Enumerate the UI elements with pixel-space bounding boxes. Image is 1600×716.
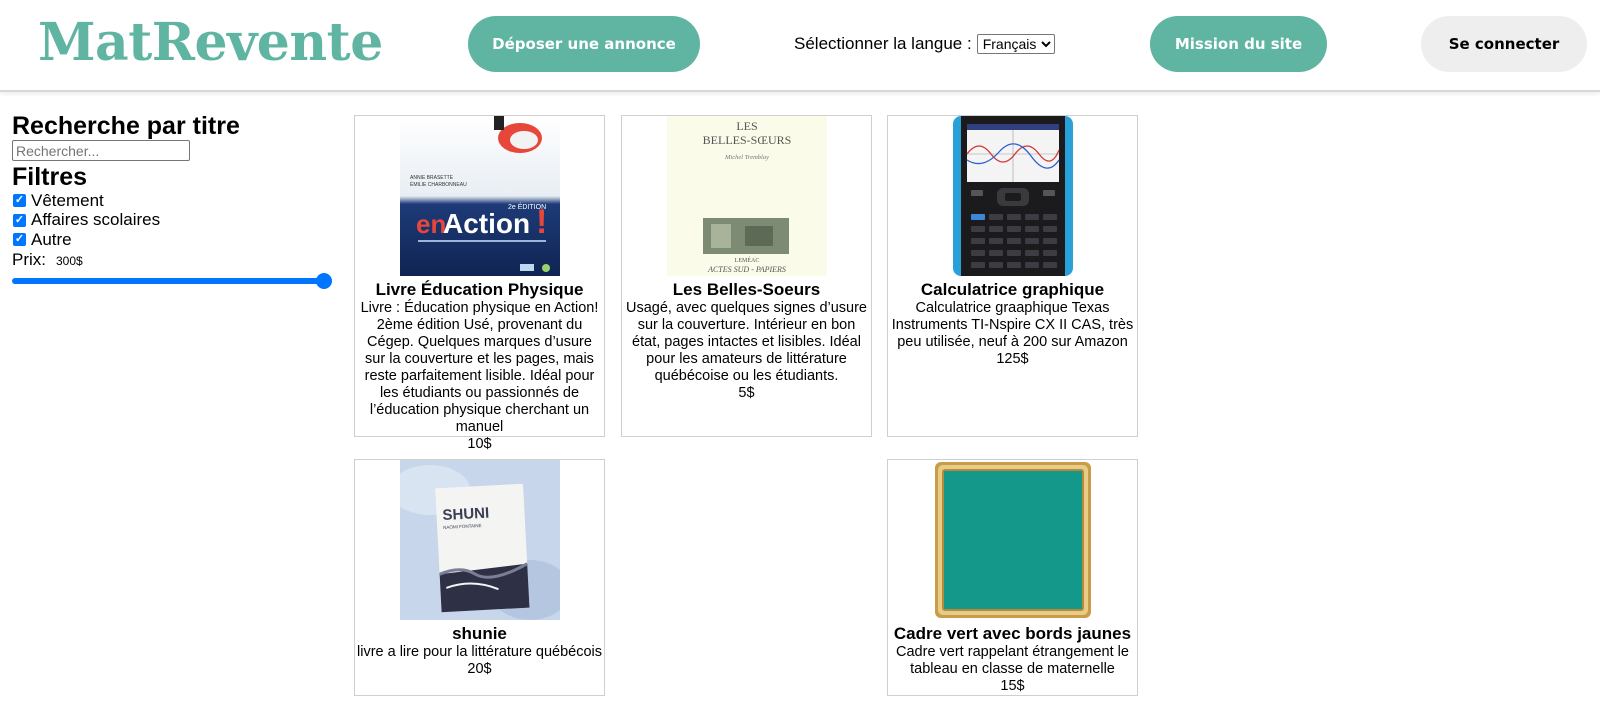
price-slider-track[interactable] [12, 277, 324, 284]
price-slider-thumb[interactable] [316, 272, 332, 289]
login-button[interactable]: Se connecter [1421, 16, 1587, 72]
filters-title: Filtres [12, 163, 88, 191]
filter-sidebar: Recherche par titre Filtres ✓ Vêtement ✓… [12, 112, 342, 289]
listing-price: 20$ [467, 661, 492, 677]
checkbox-vetement[interactable]: ✓ [13, 194, 26, 208]
cover-publisher: LEMÉAC [734, 256, 759, 264]
listing-description: livre a lire pour la littérature québéco… [357, 644, 603, 660]
language-select[interactable]: Français [976, 34, 1055, 54]
listing-title: Cadre vert avec bords jaunes [893, 624, 1132, 643]
book-title: SHUNI [442, 505, 489, 524]
checkbox-affaires-scolaires[interactable]: ✓ [13, 213, 26, 227]
listing-card[interactable]: Calculatrice graphique Calculatrice graa… [887, 115, 1138, 437]
price-slider[interactable] [12, 271, 332, 289]
filter-label: Vêtement [31, 190, 104, 210]
filter-vetement[interactable]: ✓ Vêtement [12, 191, 342, 211]
search-input[interactable] [12, 140, 190, 161]
listing-description: Livre : Éducation physique en Action! 2è… [360, 300, 599, 435]
listing-card[interactable]: SHUNI NAOMI FONTAINE shunie livre a lire… [354, 459, 605, 696]
cover-line1: LES [736, 119, 757, 133]
site-logo[interactable]: MatRevente [38, 12, 383, 73]
search-title: Recherche par titre [12, 112, 240, 140]
cover-author: Michel Tremblay [724, 154, 769, 161]
site-header: MatRevente Déposer une annonce Sélection… [0, 0, 1600, 92]
post-ad-button[interactable]: Déposer une annonce [468, 16, 700, 72]
language-label: Sélectionner la langue : [794, 34, 972, 53]
book-photo-shuni-icon[interactable]: SHUNI NAOMI FONTAINE [399, 460, 560, 620]
filter-label: Affaires scolaires [31, 210, 161, 230]
listing-description: Usagé, avec quelques signes d’usure sur … [625, 300, 867, 384]
price-value: 300$ [56, 253, 83, 268]
cover-line2: BELLES-SŒURS [702, 133, 791, 147]
price-label: Prix: [12, 249, 46, 269]
listing-price: 15$ [1000, 678, 1025, 694]
listing-title: Calculatrice graphique [920, 280, 1105, 299]
cover-series: ACTES SUD - PAPIERS [707, 265, 786, 274]
listing-description: Calculatrice graaphique Texas Instrument… [891, 300, 1134, 350]
listing-card[interactable]: Cadre vert avec bords jaunes Cadre vert … [887, 459, 1138, 696]
listing-title: Les Belles-Soeurs [672, 280, 821, 299]
cover-exclaim: ! [536, 203, 547, 241]
svg-text:ANNIE BRASETTE: ANNIE BRASETTE [410, 175, 454, 181]
listing-price: 10$ [467, 436, 492, 452]
listing-card[interactable]: ANNIE BRASETTE ÉMILIE CHARBONNEAU 2e ÉDI… [354, 115, 605, 452]
listing-description: Cadre vert rappelant étrangement le tabl… [896, 644, 1129, 677]
book-cover-belles-soeurs-icon[interactable]: LES BELLES-SŒURS Michel Tremblay LEMÉAC … [666, 116, 827, 276]
filter-label: Autre [31, 229, 72, 249]
green-frame-gold-border-icon[interactable] [932, 460, 1093, 620]
svg-text:ÉMILIE CHARBONNEAU: ÉMILIE CHARBONNEAU [410, 181, 467, 188]
cover-word-action: Action [443, 208, 530, 239]
listing-price: 5$ [738, 385, 755, 401]
listing-price: 125$ [996, 351, 1029, 367]
language-selector: Sélectionner la langue : Français [794, 34, 1055, 54]
book-cover-en-action-icon[interactable]: ANNIE BRASETTE ÉMILIE CHARBONNEAU 2e ÉDI… [399, 116, 560, 276]
filter-autre[interactable]: ✓ Autre [12, 230, 342, 250]
graphing-calculator-icon[interactable] [932, 116, 1093, 276]
listing-card[interactable]: LES BELLES-SŒURS Michel Tremblay LEMÉAC … [621, 115, 872, 437]
listing-title: shunie [452, 624, 507, 643]
cover-word-en: en [416, 209, 446, 239]
filter-affaires-scolaires[interactable]: ✓ Affaires scolaires [12, 210, 342, 231]
price-filter: Prix: 300$ [12, 250, 342, 270]
mission-button[interactable]: Mission du site [1150, 16, 1327, 72]
checkbox-autre[interactable]: ✓ [13, 233, 26, 247]
listing-title: Livre Éducation Physique [375, 280, 584, 299]
